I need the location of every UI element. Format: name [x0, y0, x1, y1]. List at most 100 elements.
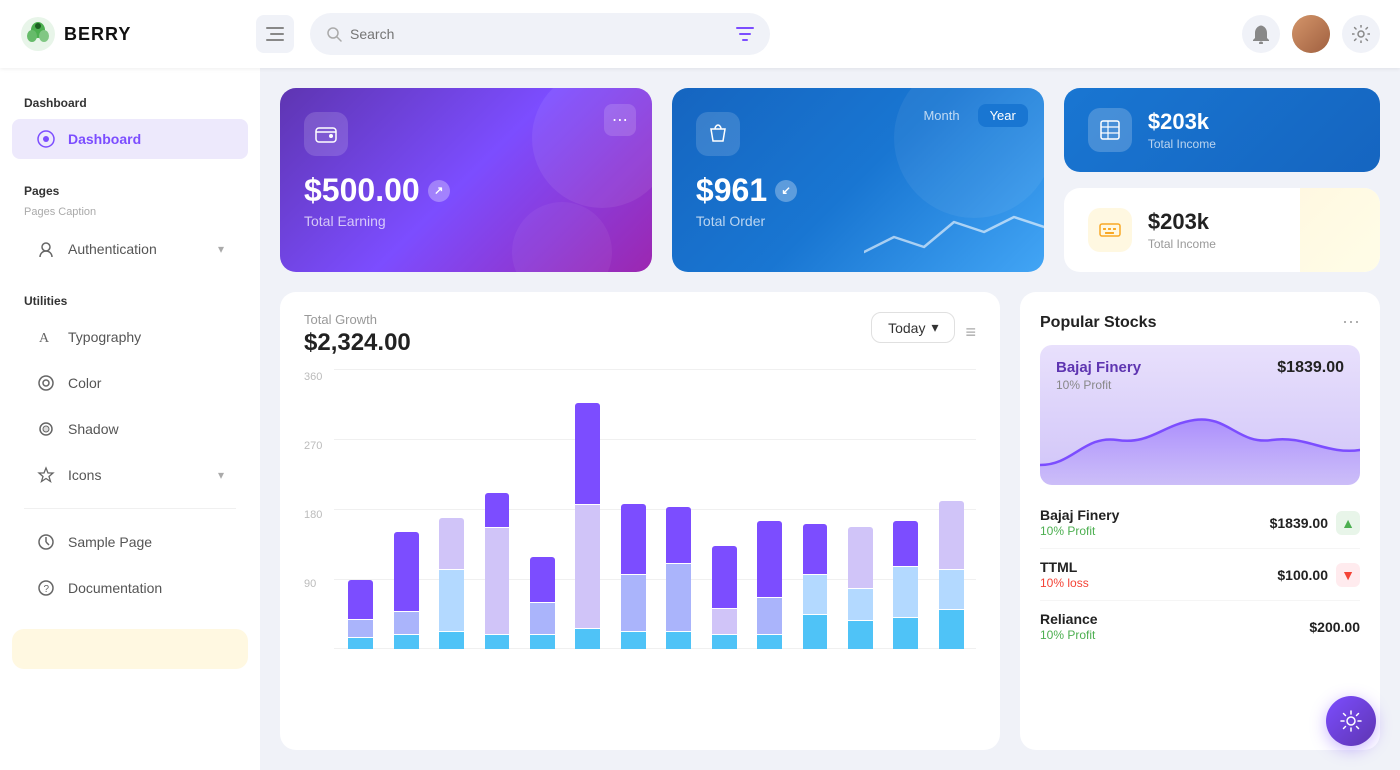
stock-bajaj-info: Bajaj Finery 10% Profit — [1040, 507, 1119, 538]
bottom-section: Total Growth $2,324.00 Today ▾ ≡ — [280, 292, 1380, 750]
sidebar-item-documentation[interactable]: ? Documentation — [12, 568, 248, 608]
chart-card: Total Growth $2,324.00 Today ▾ ≡ — [280, 292, 1000, 750]
bar-purple-2 — [394, 532, 419, 610]
y-label-360: 360 — [304, 371, 322, 383]
bajaj-up-arrow: ▲ — [1336, 511, 1360, 535]
avatar-image — [1292, 15, 1330, 53]
stock-bajaj-profit: 10% Profit — [1040, 524, 1119, 538]
y-label-270: 270 — [304, 440, 322, 452]
stock-reliance-price: $200.00 — [1309, 619, 1360, 635]
bar-blue-1 — [348, 638, 373, 649]
sidebar-section-dashboard: Dashboard — [0, 88, 260, 114]
bar-blue-6 — [575, 629, 600, 649]
income-card-top: $203k Total Income — [1064, 88, 1380, 172]
ttml-down-arrow: ▼ — [1336, 563, 1360, 587]
bar-blue-7 — [621, 632, 646, 649]
earning-card-menu[interactable]: ⋯ — [604, 104, 636, 136]
shadow-label: Shadow — [68, 421, 119, 437]
hamburger-button[interactable] — [256, 15, 294, 53]
auth-icon — [36, 239, 56, 259]
bar-light-7 — [621, 575, 646, 631]
bag-icon — [707, 123, 729, 145]
bar-group-3 — [431, 369, 472, 649]
stock-bajaj-name: Bajaj Finery — [1040, 507, 1119, 523]
stock-list: Bajaj Finery 10% Profit $1839.00 ▲ TTML … — [1040, 497, 1360, 652]
stocks-title: Popular Stocks — [1040, 314, 1156, 332]
bar-blue-9 — [712, 635, 737, 649]
sidebar-item-icons[interactable]: Icons ▾ — [12, 455, 248, 495]
sidebar-divider — [24, 508, 236, 509]
avatar[interactable] — [1292, 15, 1330, 53]
app-body: Dashboard Dashboard Pages Pages Caption … — [0, 68, 1400, 770]
bar-group-5 — [522, 369, 563, 649]
income-top-amount: $203k — [1148, 109, 1216, 135]
chart-menu-button[interactable]: ≡ — [965, 322, 976, 343]
bar-light-13 — [893, 567, 918, 617]
sidebar-item-color[interactable]: Color — [12, 363, 248, 403]
today-chevron: ▾ — [931, 319, 938, 336]
order-badge: ↙ — [775, 180, 797, 202]
today-label: Today — [888, 320, 925, 336]
filter-icon[interactable] — [736, 27, 754, 41]
sidebar-item-sample-page[interactable]: Sample Page — [12, 522, 248, 562]
sidebar-item-authentication[interactable]: Authentication ▾ — [12, 229, 248, 269]
order-card-icon — [696, 112, 740, 156]
stock-reliance-right: $200.00 — [1309, 619, 1360, 635]
fab-button[interactable] — [1326, 696, 1376, 746]
total-earning-card: ⋯ $500.00 ↗ Total Earning — [280, 88, 652, 272]
chart-area: 360 270 180 90 — [304, 369, 976, 730]
earning-card-icon — [304, 112, 348, 156]
app-header: BERRY — [0, 0, 1400, 68]
featured-stock-price: $1839.00 — [1277, 359, 1344, 377]
bar-blue-2 — [394, 635, 419, 649]
sidebar-section-utilities: Utilities — [0, 286, 260, 312]
bar-group-14 — [930, 369, 971, 649]
svg-text:A: A — [39, 331, 50, 346]
featured-stock-card: Bajaj Finery 10% Profit $1839.00 — [1040, 345, 1360, 485]
featured-stock-profit: 10% Profit — [1056, 378, 1141, 392]
search-bar — [310, 13, 770, 55]
bar-group-8 — [658, 369, 699, 649]
documentation-label: Documentation — [68, 580, 162, 596]
featured-stock-name: Bajaj Finery — [1056, 359, 1141, 376]
stock-ttml-right: $100.00 ▼ — [1277, 563, 1360, 587]
sidebar-item-dashboard[interactable]: Dashboard — [12, 119, 248, 159]
svg-text:?: ? — [44, 584, 50, 595]
today-filter-button[interactable]: Today ▾ — [871, 312, 955, 343]
earning-badge: ↗ — [428, 180, 450, 202]
header-right — [1242, 15, 1380, 53]
bar-purple-6 — [575, 403, 600, 504]
logo-icon — [20, 16, 56, 52]
bar-group-4 — [476, 369, 517, 649]
typography-label: Typography — [68, 329, 141, 345]
year-toggle[interactable]: Year — [978, 104, 1028, 127]
bar-blue-14 — [939, 610, 964, 649]
month-toggle[interactable]: Month — [911, 104, 971, 127]
stock-ttml-name: TTML — [1040, 559, 1089, 575]
logo-text: BERRY — [64, 24, 131, 45]
settings-icon — [1352, 25, 1370, 43]
dashboard-label: Dashboard — [68, 131, 141, 147]
wallet-icon — [315, 123, 337, 145]
main-content: ⋯ $500.00 ↗ Total Earning Month — [260, 68, 1400, 770]
income-top-info: $203k Total Income — [1148, 109, 1216, 151]
chart-header: Total Growth $2,324.00 Today ▾ ≡ — [304, 312, 976, 357]
stock-row-bajaj: Bajaj Finery 10% Profit $1839.00 ▲ — [1040, 497, 1360, 549]
search-input[interactable] — [350, 26, 728, 42]
stocks-header: Popular Stocks ⋯ — [1040, 312, 1360, 333]
y-axis-labels: 360 270 180 90 — [304, 369, 322, 649]
typography-icon: A — [36, 327, 56, 347]
bar-purple-8 — [666, 507, 691, 563]
icons-icon — [36, 465, 56, 485]
stock-reliance-profit: 10% Profit — [1040, 628, 1098, 642]
stocks-menu-button[interactable]: ⋯ — [1342, 312, 1360, 333]
stock-ttml-price: $100.00 — [1277, 567, 1328, 583]
stocks-card: Popular Stocks ⋯ Bajaj Finery 10% Profit… — [1020, 292, 1380, 750]
bar-group-12 — [840, 369, 881, 649]
notification-button[interactable] — [1242, 15, 1280, 53]
color-label: Color — [68, 375, 101, 391]
sidebar-item-shadow[interactable]: Shadow — [12, 409, 248, 449]
income-card-bottom: $203k Total Income — [1064, 188, 1380, 272]
settings-button[interactable] — [1342, 15, 1380, 53]
sidebar-item-typography[interactable]: A Typography — [12, 317, 248, 357]
